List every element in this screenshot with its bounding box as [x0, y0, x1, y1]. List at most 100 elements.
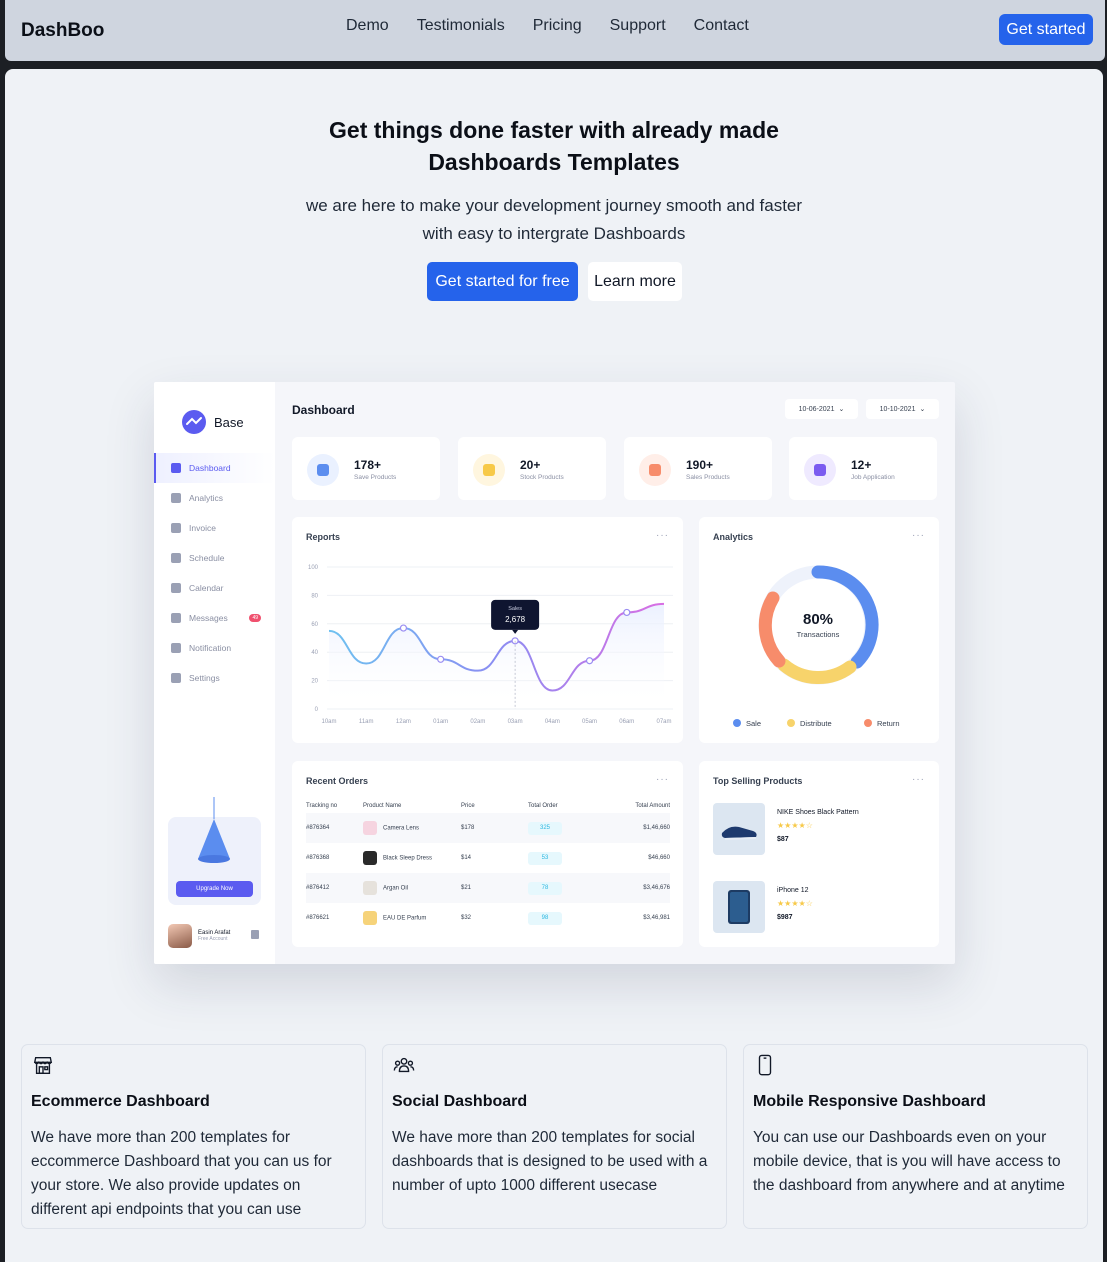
nav-link-testimonials[interactable]: Testimonials — [417, 17, 505, 35]
nav-link-contact[interactable]: Contact — [694, 17, 749, 35]
brand-logo[interactable]: DashBoo — [21, 20, 104, 42]
more-icon: ··· — [656, 774, 669, 785]
y-tick-label: 20 — [311, 679, 318, 685]
hero-title: Get things done faster with already made… — [5, 114, 1103, 178]
mobile-phone-icon — [758, 1054, 772, 1076]
price-cell: $32 — [461, 915, 472, 921]
table-header: Total Amount — [635, 803, 670, 809]
feature-card-ecommerce: Ecommerce Dashboard We have more than 20… — [21, 1044, 366, 1229]
x-tick-label: 02am — [470, 719, 485, 725]
preview-date-to-label: 10-10-2021 — [879, 405, 916, 413]
lamp-icon — [198, 797, 230, 863]
total-order-cell: 78 — [528, 873, 605, 903]
data-point — [623, 608, 631, 617]
feature-description: We have more than 200 templates for ecco… — [31, 1129, 332, 1218]
product-cell: Argan Oil — [363, 873, 461, 903]
nav-link-pricing[interactable]: Pricing — [533, 17, 582, 35]
shoe-image — [713, 803, 765, 855]
preview-menu-analytics: Analytics — [154, 483, 275, 513]
dashboard-preview: Base Dashboard Analytics Invoice Schedul… — [154, 382, 955, 964]
data-point — [585, 657, 594, 665]
feature-description: We have more than 200 templates for soci… — [392, 1129, 708, 1194]
tracking-cell: #876368 — [306, 855, 330, 861]
tooltip-label: Sales — [508, 606, 522, 612]
data-point — [511, 637, 519, 645]
preview-menu-label: Schedule — [189, 553, 225, 563]
upgrade-now-button: Upgrade Now — [176, 881, 253, 897]
users-group-icon — [393, 1057, 415, 1073]
product-cell: Camera Lens — [363, 813, 461, 843]
preview-stat-value: 12+ — [851, 458, 872, 472]
top-product-item: NIKE Shoes Black Pattern ★★★★☆ $87 — [713, 803, 933, 855]
preview-menu-label: Calendar — [189, 583, 224, 593]
y-tick-label: 0 — [315, 707, 319, 713]
tooltip-value: 2,678 — [505, 615, 526, 624]
invoice-icon — [171, 523, 181, 533]
hero-title-line2: Dashboards Templates — [428, 149, 680, 175]
reports-chart: 100 80 60 40 20 010am 11am 12am 01am 02am 03am 04am… — [308, 565, 673, 725]
analytics-center-label: Transactions — [797, 630, 840, 639]
price-cell: $14 — [461, 855, 472, 861]
recent-orders-title: Recent Orders — [306, 776, 369, 786]
y-tick-label: 60 — [311, 622, 318, 628]
x-tick-label: 06am — [619, 719, 634, 725]
hero-title-line1: Get things done faster with already made — [329, 117, 779, 143]
preview-menu-invoice: Invoice — [154, 513, 275, 543]
preview-menu-settings: Settings — [154, 663, 275, 693]
navbar: DashBoo Demo Testimonials Pricing Suppor… — [5, 0, 1105, 61]
star-rating: ★★★★☆ — [777, 821, 813, 830]
total-order-cell: 325 — [528, 813, 605, 843]
hero-subtitle: we are here to make your development jou… — [5, 192, 1103, 248]
analytics-card: Analytics ··· 80% Transactions Sale Dist… — [699, 517, 939, 743]
preview-page-title: Dashboard — [292, 403, 355, 417]
top-product-price: $87 — [777, 836, 789, 843]
product-name: Argan Oil — [383, 885, 409, 892]
reports-card: Reports ··· 100 80 60 40 20 0 10am 11am 12am 01am… — [292, 517, 683, 743]
preview-menu-messages: Messages 49 — [154, 603, 275, 633]
product-name: Black Sleep Dress — [383, 855, 433, 862]
preview-sidebar: Base Dashboard Analytics Invoice Schedul… — [154, 382, 275, 964]
amount-cell: $3,46,676 — [605, 873, 670, 903]
hero-subtitle-line2: with easy to intergrate Dashboards — [422, 224, 686, 243]
product-cell: EAU DE Parfum — [363, 903, 461, 933]
top-selling-title: Top Selling Products — [713, 776, 803, 786]
x-tick-label: 11am — [359, 719, 374, 725]
top-product-name: NIKE Shoes Black Pattern — [777, 809, 859, 816]
table-row: #876368 Black Sleep Dress $14 53 $46,660 — [306, 843, 670, 873]
more-icon: ··· — [912, 774, 925, 785]
total-order-pill: 78 — [528, 881, 562, 895]
nav-link-support[interactable]: Support — [610, 17, 666, 35]
data-point — [437, 655, 445, 663]
hero-subtitle-line1: we are here to make your development jou… — [305, 196, 803, 215]
preview-menu-calendar: Calendar — [154, 573, 275, 603]
shopping-bag-icon — [473, 454, 505, 486]
dress-icon — [363, 851, 377, 865]
tracking-cell: #876621 — [306, 915, 330, 921]
table-header: Tracking no — [306, 803, 338, 809]
gear-icon — [171, 673, 181, 683]
star-rating: ★★★★☆ — [777, 899, 813, 908]
get-started-free-button[interactable]: Get started for free — [427, 262, 578, 301]
legend-label: Return — [877, 719, 900, 728]
hero-buttons: Get started for free Learn more — [427, 262, 682, 301]
table-row: #876364 Camera Lens $178 325 $1,46,660 — [306, 813, 670, 843]
chevron-down-icon: ⌄ — [919, 406, 926, 413]
bag-icon — [639, 454, 671, 486]
learn-more-button[interactable]: Learn more — [588, 262, 682, 301]
schedule-icon — [171, 553, 181, 563]
nav-link-demo[interactable]: Demo — [346, 17, 389, 35]
phone-image — [713, 881, 765, 933]
base-logo-icon — [182, 410, 206, 434]
briefcase-icon — [804, 454, 836, 486]
get-started-button[interactable]: Get started — [999, 14, 1093, 45]
x-tick-label: 07am — [656, 719, 671, 725]
recent-orders-card: Recent Orders ··· Tracking no Product Na… — [292, 761, 683, 947]
x-tick-label: 05am — [582, 719, 597, 725]
nav-links: Demo Testimonials Pricing Support Contac… — [346, 17, 749, 35]
product-name: EAU DE Parfum — [383, 915, 427, 922]
feature-card-mobile: Mobile Responsive Dashboard You can use … — [743, 1044, 1088, 1229]
amount-cell: $3,46,981 — [643, 915, 670, 921]
preview-menu-label: Messages — [189, 613, 228, 623]
product-cell: Black Sleep Dress — [363, 843, 461, 873]
analytics-donut: 80% Transactions Sale Distribute Return — [733, 565, 900, 728]
